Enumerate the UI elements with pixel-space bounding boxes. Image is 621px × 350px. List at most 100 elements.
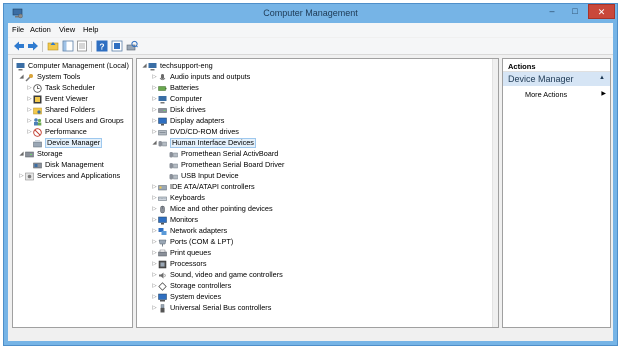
collapsed-arrow-icon[interactable]: ▷ (151, 248, 158, 258)
scan-hardware-icon[interactable] (126, 40, 138, 52)
title-bar[interactable]: Computer Management – □ ✕ (4, 4, 617, 23)
device-node-promethean-activboard[interactable]: Promethean Serial ActivBoard (169, 149, 278, 159)
more-actions-link[interactable]: More Actions (525, 90, 567, 99)
collapsed-arrow-icon[interactable]: ▷ (18, 171, 25, 181)
device-node-sound-video-game[interactable]: ▷ Sound, video and game controllers (151, 270, 282, 280)
collapse-up-icon[interactable]: ▲ (599, 75, 605, 81)
tree-node-disk-management[interactable]: Disk Management (33, 160, 104, 170)
event-viewer-icon (33, 95, 42, 104)
up-folder-icon[interactable] (47, 40, 59, 52)
collapsed-arrow-icon[interactable]: ▷ (151, 281, 158, 291)
collapsed-arrow-icon[interactable]: ▷ (151, 237, 158, 247)
collapsed-arrow-icon[interactable]: ▷ (151, 259, 158, 269)
close-button[interactable]: ✕ (588, 4, 615, 19)
expanded-arrow-icon[interactable]: ◢ (18, 149, 25, 159)
device-node-mice[interactable]: ▷ Mice and other pointing devices (151, 204, 272, 214)
device-node-ide-controllers[interactable]: ▷ IDE ATA/ATAPI controllers (151, 182, 254, 192)
collapsed-arrow-icon[interactable]: ▷ (151, 193, 158, 203)
storage-icon (25, 150, 34, 159)
services-icon (25, 172, 34, 181)
tree-node-shared-folders[interactable]: ▷ Shared Folders (26, 105, 95, 115)
menu-file[interactable]: File (12, 25, 24, 34)
collapsed-arrow-icon[interactable]: ▷ (151, 215, 158, 225)
shared-folders-icon (33, 106, 42, 115)
tree-node-performance[interactable]: ▷ Performance (26, 127, 87, 137)
forward-arrow-icon[interactable] (27, 40, 39, 52)
audio-icon (158, 73, 167, 82)
back-arrow-icon[interactable] (13, 40, 25, 52)
tree-node-storage[interactable]: ◢ Storage (18, 149, 62, 159)
collapsed-arrow-icon[interactable]: ▷ (151, 94, 158, 104)
device-node-keyboards[interactable]: ▷ Keyboards (151, 193, 205, 203)
menu-action[interactable]: Action (30, 25, 51, 34)
device-node-hid[interactable]: ◢ Human Interface Devices (151, 138, 256, 148)
collapsed-arrow-icon[interactable]: ▷ (151, 303, 158, 313)
processor-icon (158, 260, 167, 269)
device-node-batteries[interactable]: ▷ Batteries (151, 83, 198, 93)
vertical-scrollbar[interactable] (492, 59, 498, 327)
collapsed-arrow-icon[interactable]: ▷ (151, 182, 158, 192)
collapsed-arrow-icon[interactable]: ▷ (26, 105, 33, 115)
actions-section-device-manager[interactable]: Device Manager ▲ (503, 72, 610, 86)
console-icon[interactable] (111, 40, 123, 52)
device-node-print-queues[interactable]: ▷ Print queues (151, 248, 211, 258)
collapsed-arrow-icon[interactable]: ▷ (151, 204, 158, 214)
menu-view[interactable]: View (59, 25, 75, 34)
collapsed-arrow-icon[interactable]: ▷ (151, 116, 158, 126)
expanded-arrow-icon[interactable]: ◢ (141, 61, 148, 71)
expanded-arrow-icon[interactable]: ◢ (151, 138, 158, 148)
device-node-monitors[interactable]: ▷ Monitors (151, 215, 198, 225)
device-node-network-adapters[interactable]: ▷ Network adapters (151, 226, 227, 236)
device-node-display-adapters[interactable]: ▷ Display adapters (151, 116, 224, 126)
help-icon[interactable]: ? (96, 40, 108, 52)
collapsed-arrow-icon[interactable]: ▷ (151, 127, 158, 137)
device-node-disk-drives[interactable]: ▷ Disk drives (151, 105, 205, 115)
tree-node-computer-management[interactable]: Computer Management (Local) (16, 61, 129, 71)
device-manager-icon (33, 139, 42, 148)
device-node-promethean-board-driver[interactable]: Promethean Serial Board Driver (169, 160, 284, 170)
device-node-computer[interactable]: ▷ Computer (151, 94, 202, 104)
tree-node-event-viewer[interactable]: ▷ Event Viewer (26, 94, 88, 104)
minimize-button[interactable]: – (541, 4, 563, 19)
collapsed-arrow-icon[interactable]: ▷ (26, 116, 33, 126)
svg-text:?: ? (99, 41, 104, 51)
device-node-system-devices[interactable]: ▷ System devices (151, 292, 221, 302)
device-node-usb-controllers[interactable]: ▷ Universal Serial Bus controllers (151, 303, 271, 313)
device-node-root[interactable]: ◢ techsupport-eng (141, 61, 213, 71)
tree-node-device-manager[interactable]: Device Manager (33, 138, 103, 148)
network-adapter-icon (158, 227, 167, 236)
performance-icon (33, 127, 42, 137)
collapsed-arrow-icon[interactable]: ▷ (151, 83, 158, 93)
menu-bar: File Action View Help (8, 23, 613, 37)
collapsed-arrow-icon[interactable]: ▷ (151, 226, 158, 236)
device-node-ports[interactable]: ▷ Ports (COM & LPT) (151, 237, 233, 247)
device-node-dvd-drives[interactable]: ▷ DVD/CD-ROM drives (151, 127, 239, 137)
keyboard-icon (158, 194, 167, 203)
console-tree-pane[interactable]: Computer Management (Local) ◢ System Tool… (12, 58, 133, 328)
submenu-arrow-icon[interactable]: ▶ (601, 90, 606, 97)
collapsed-arrow-icon[interactable]: ▷ (151, 105, 158, 115)
collapsed-arrow-icon[interactable]: ▷ (151, 270, 158, 280)
window-title: Computer Management (263, 8, 358, 18)
collapsed-arrow-icon[interactable]: ▷ (151, 292, 158, 302)
device-node-storage-controllers[interactable]: ▷ Storage controllers (151, 281, 231, 291)
toolbar-separator (91, 41, 92, 52)
collapsed-arrow-icon[interactable]: ▷ (26, 127, 33, 137)
properties-icon[interactable] (76, 40, 88, 52)
tree-node-system-tools[interactable]: ◢ System Tools (18, 72, 80, 82)
device-node-processors[interactable]: ▷ Processors (151, 259, 206, 269)
collapsed-arrow-icon[interactable]: ▷ (151, 72, 158, 82)
tree-node-services-applications[interactable]: ▷ Services and Applications (18, 171, 120, 181)
expanded-arrow-icon[interactable]: ◢ (18, 72, 25, 82)
device-node-audio[interactable]: ▷ Audio inputs and outputs (151, 72, 250, 82)
maximize-button[interactable]: □ (564, 4, 586, 19)
device-tree-pane[interactable]: ◢ techsupport-eng ▷ Audio inputs and outpu… (136, 58, 499, 328)
menu-help[interactable]: Help (83, 25, 98, 34)
tree-node-local-users-groups[interactable]: ▷ Local Users and Groups (26, 116, 124, 126)
printer-icon (158, 249, 167, 258)
tree-node-task-scheduler[interactable]: ▷ Task Scheduler (26, 83, 95, 93)
show-hide-tree-icon[interactable] (62, 40, 74, 52)
collapsed-arrow-icon[interactable]: ▷ (26, 83, 33, 93)
collapsed-arrow-icon[interactable]: ▷ (26, 94, 33, 104)
device-node-usb-input-device[interactable]: USB Input Device (169, 171, 239, 181)
